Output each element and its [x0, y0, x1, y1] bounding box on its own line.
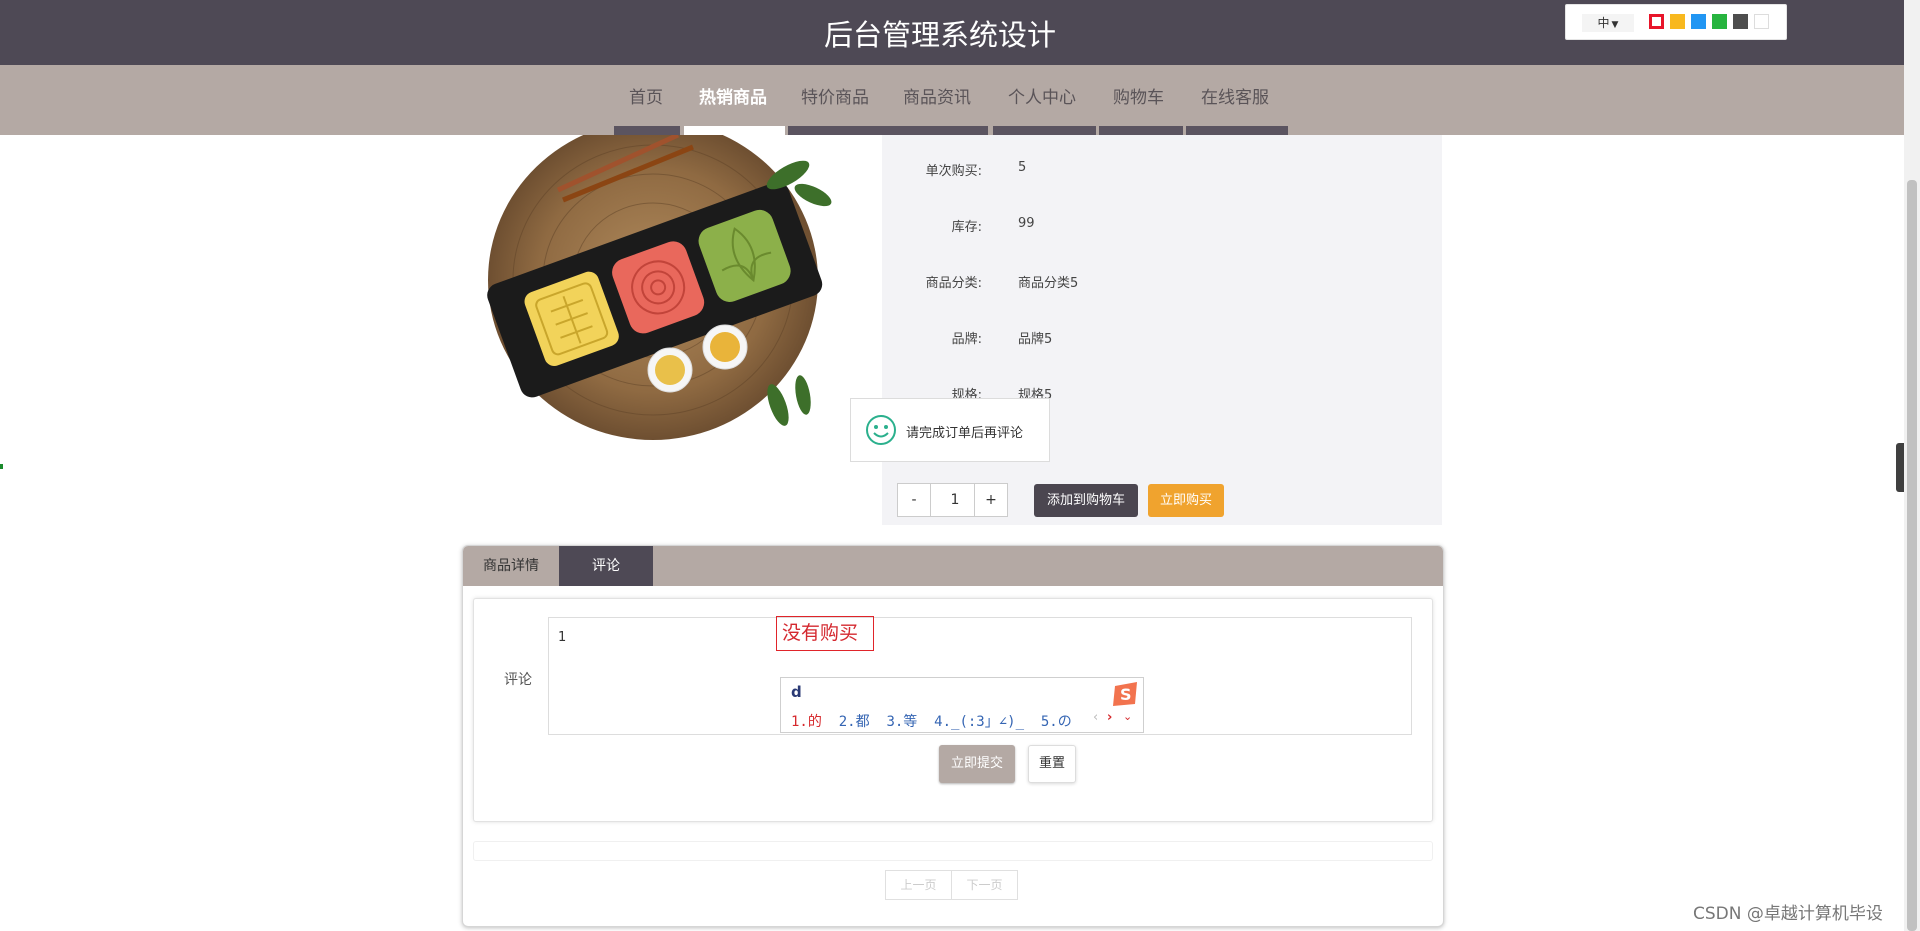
language-selector[interactable]: 中 ▼: [1582, 14, 1634, 32]
ime-candidate[interactable]: 1.的: [791, 714, 822, 730]
nav-home[interactable]: 首页: [629, 83, 663, 108]
tab-product-details[interactable]: 商品详情: [463, 546, 559, 586]
comment-list: [473, 841, 1433, 861]
ime-candidate[interactable]: 5.の: [1041, 714, 1072, 730]
svg-text:S: S: [1120, 685, 1132, 704]
scrollbar-thumb[interactable]: [1907, 180, 1917, 931]
theme-swatch-blue[interactable]: [1691, 14, 1706, 29]
product-tabs: 商品详情 评论 评论 1 立即提交 重置 上一页 下一页: [462, 545, 1444, 927]
tab-comments[interactable]: 评论: [559, 546, 653, 586]
category-value: 商品分类5: [1018, 276, 1079, 291]
theme-swatch-yellow[interactable]: [1670, 14, 1685, 29]
watermark: CSDN @卓越计算机毕设: [1693, 904, 1883, 924]
purchase-limit-value: 5: [1018, 160, 1027, 175]
nav-underline: [788, 126, 988, 135]
product-image: [478, 135, 848, 440]
theme-swatch-red[interactable]: [1649, 14, 1664, 29]
caret-down-icon: ▼: [1611, 20, 1619, 30]
quantity-input[interactable]: 1: [930, 483, 980, 517]
nav-underline: [1099, 126, 1183, 135]
nav-customer-service[interactable]: 在线客服: [1201, 83, 1269, 108]
ime-candidate[interactable]: 4._(:3」∠)_: [934, 714, 1024, 730]
nav-special-offers[interactable]: 特价商品: [801, 83, 869, 108]
quantity-increase-button[interactable]: +: [974, 483, 1008, 517]
quantity-decrease-button[interactable]: -: [897, 483, 931, 517]
ime-candidates: 1.的 2.都 3.等 4._(:3」∠)_ 5.の: [791, 711, 1072, 731]
ime-candidate-window: d 1.的 2.都 3.等 4._(:3」∠)_ 5.の S ‹ › ⌄: [780, 677, 1144, 733]
ime-candidate[interactable]: 3.等: [886, 714, 917, 730]
product-info-panel: 单次购买: 5 库存: 99 商品分类: 商品分类5 品牌: 品牌5 规格: 规…: [882, 135, 1442, 525]
theme-switcher: 中 ▼: [1565, 4, 1787, 40]
toast-text: 请完成订单后再评论: [906, 426, 1024, 441]
chevron-right-icon[interactable]: ›: [1107, 710, 1112, 725]
smile-icon: [866, 415, 896, 445]
theme-swatch-white[interactable]: [1754, 14, 1769, 29]
stock-value: 99: [1018, 216, 1035, 231]
chevron-down-icon[interactable]: ⌄: [1123, 710, 1132, 723]
nav-underline: [993, 126, 1096, 135]
edge-marker: [0, 464, 3, 469]
next-page-button[interactable]: 下一页: [951, 870, 1018, 900]
brand-value: 品牌5: [1018, 332, 1053, 347]
chevron-left-icon[interactable]: ‹: [1093, 710, 1098, 725]
nav-cart[interactable]: 购物车: [1113, 83, 1164, 108]
add-to-cart-button[interactable]: 添加到购物车: [1034, 484, 1138, 517]
nav-underline: [614, 126, 680, 135]
ime-candidate[interactable]: 2.都: [839, 714, 870, 730]
sogou-logo-icon: S: [1113, 682, 1137, 706]
submit-button[interactable]: 立即提交: [939, 745, 1015, 783]
main-nav: 首页 热销商品 特价商品 商品资讯 个人中心 购物车 在线客服: [0, 65, 1904, 135]
buy-now-button[interactable]: 立即购买: [1148, 484, 1224, 517]
reset-button[interactable]: 重置: [1028, 745, 1076, 783]
purchase-limit-label: 单次购买:: [925, 164, 982, 179]
nav-underline-active: [684, 126, 785, 135]
nav-personal-center[interactable]: 个人中心: [1008, 83, 1076, 108]
annotation-label: 没有购买: [776, 616, 874, 651]
theme-swatch-green[interactable]: [1712, 14, 1727, 29]
theme-swatch-dark[interactable]: [1733, 14, 1748, 29]
prev-page-button[interactable]: 上一页: [885, 870, 952, 900]
nav-underline: [1186, 126, 1288, 135]
language-label: 中: [1597, 16, 1610, 30]
nav-product-news[interactable]: 商品资讯: [903, 83, 971, 108]
stock-label: 库存:: [951, 220, 982, 235]
tabs-bar: 商品详情 评论: [463, 546, 1443, 586]
toast-message: 请完成订单后再评论: [850, 398, 1050, 462]
comment-label: 评论: [504, 672, 532, 688]
brand-label: 品牌:: [951, 332, 982, 347]
ime-input-text: d: [791, 683, 802, 701]
nav-hot-products[interactable]: 热销商品: [699, 83, 767, 108]
category-label: 商品分类:: [925, 276, 982, 291]
